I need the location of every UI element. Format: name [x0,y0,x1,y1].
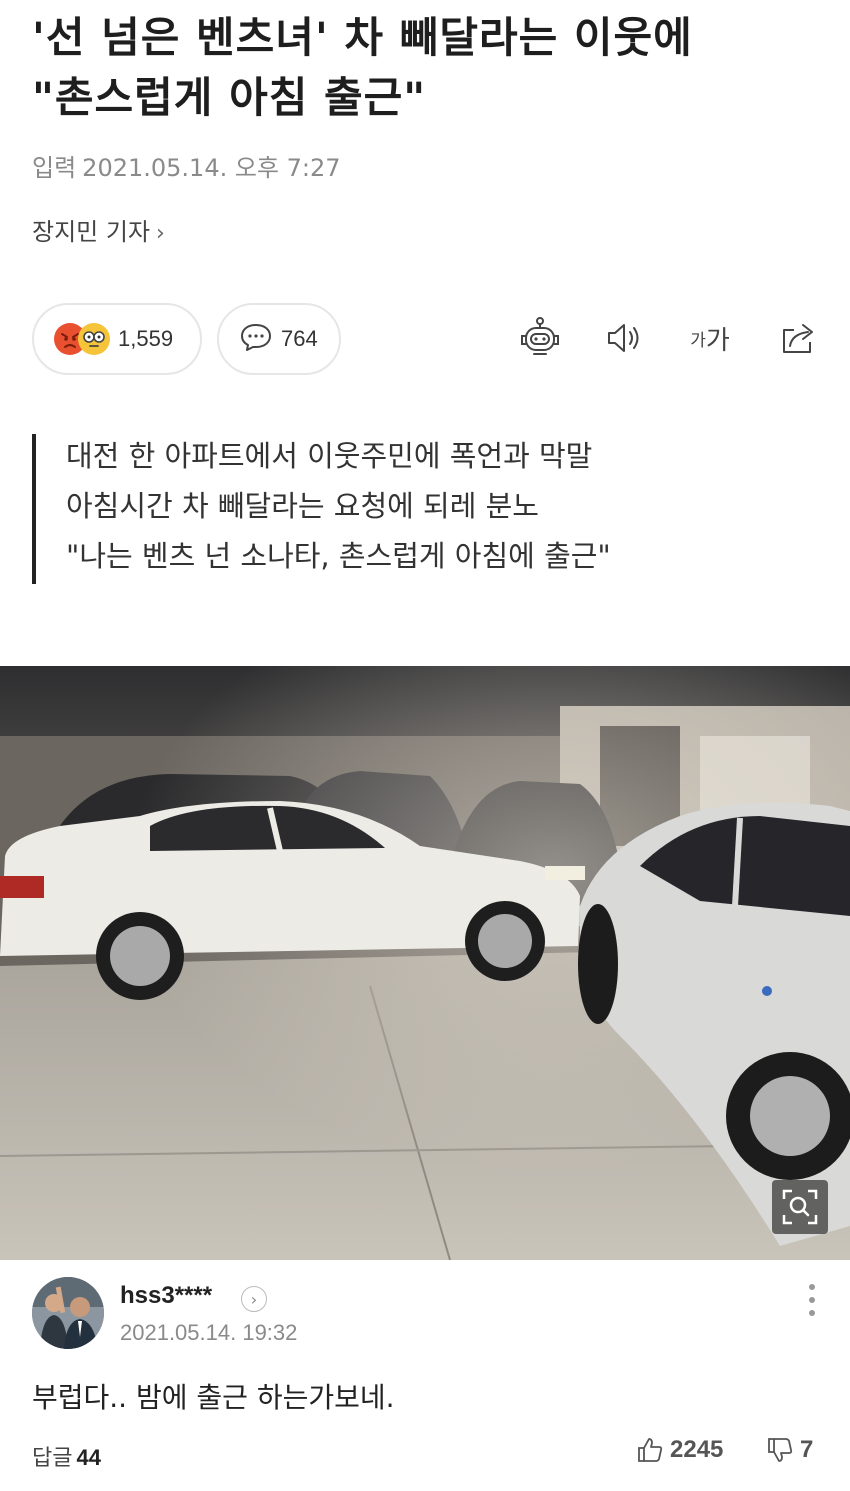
zoom-search-icon[interactable] [772,1180,828,1234]
font-size-large-label: 가 [705,325,730,356]
font-size-small-label: 가 [690,330,706,351]
speaker-icon[interactable] [600,314,648,362]
robot-summary-icon[interactable] [516,314,564,362]
like-button[interactable]: 2245 [636,1436,723,1464]
comment-count-button[interactable]: 764 [217,303,341,375]
replies-count: 44 [76,1445,101,1470]
replies-button[interactable]: 답글 44 [32,1440,101,1472]
summary-line: "나는 벤츠 넌 소나타, 촌스럽게 아침에 출근" [66,539,611,573]
replies-label: 답글 [32,1446,73,1471]
comment-username[interactable]: hss3**** [120,1282,212,1310]
font-size-icon[interactable]: 가가 [686,314,734,362]
reporter-link[interactable]: 장지민 기자 › [32,212,165,247]
date-value: 2021.05.14. 오후 7:27 [82,154,341,182]
article-photo[interactable] [0,666,850,1260]
more-options-icon[interactable] [800,1280,824,1320]
article-headline: '선 넘은 벤츠녀' 차 빼달라는 이웃에 "촌스럽게 아침 출근" [32,8,832,128]
dislike-count: 7 [800,1436,814,1463]
like-count: 2245 [670,1436,724,1463]
comment-item: hss3**** › 2021.05.14. 19:32 부럽다.. 밤에 출근… [0,1260,850,1491]
date-label: 입력 [32,154,77,182]
chevron-right-icon[interactable]: › [241,1286,267,1312]
share-icon[interactable] [774,314,822,362]
avatar[interactable] [32,1277,104,1349]
dislike-button[interactable]: 7 [766,1436,813,1464]
thumbs-down-icon [768,1438,793,1462]
reaction-count: 1,559 [118,326,174,351]
article-date: 입력 2021.05.14. 오후 7:27 [32,148,341,183]
headline-line-1: '선 넘은 벤츠녀' 차 빼달라는 이웃에 [32,13,693,62]
thumbs-up-icon [638,1438,663,1462]
summary-line: 대전 한 아파트에서 이웃주민에 폭언과 막말 [66,439,593,473]
article-summary: 대전 한 아파트에서 이웃주민에 폭언과 막말 아침시간 차 빼달라는 요청에 … [32,434,611,584]
speech-bubble-icon [239,321,273,357]
glasses-emoji-icon [78,323,110,355]
summary-line: 아침시간 차 빼달라는 요청에 되레 분노 [66,489,539,523]
headline-line-2: "촌스럽게 아침 출근" [32,73,427,122]
comment-count: 764 [281,326,318,351]
reporter-name: 장지민 기자 [32,218,151,246]
reaction-button[interactable]: 1,559 [32,303,202,375]
comment-timestamp: 2021.05.14. 19:32 [120,1320,298,1345]
comment-text: 부럽다.. 밤에 출근 하는가보네. [32,1381,395,1414]
chevron-right-icon: › [156,221,165,246]
